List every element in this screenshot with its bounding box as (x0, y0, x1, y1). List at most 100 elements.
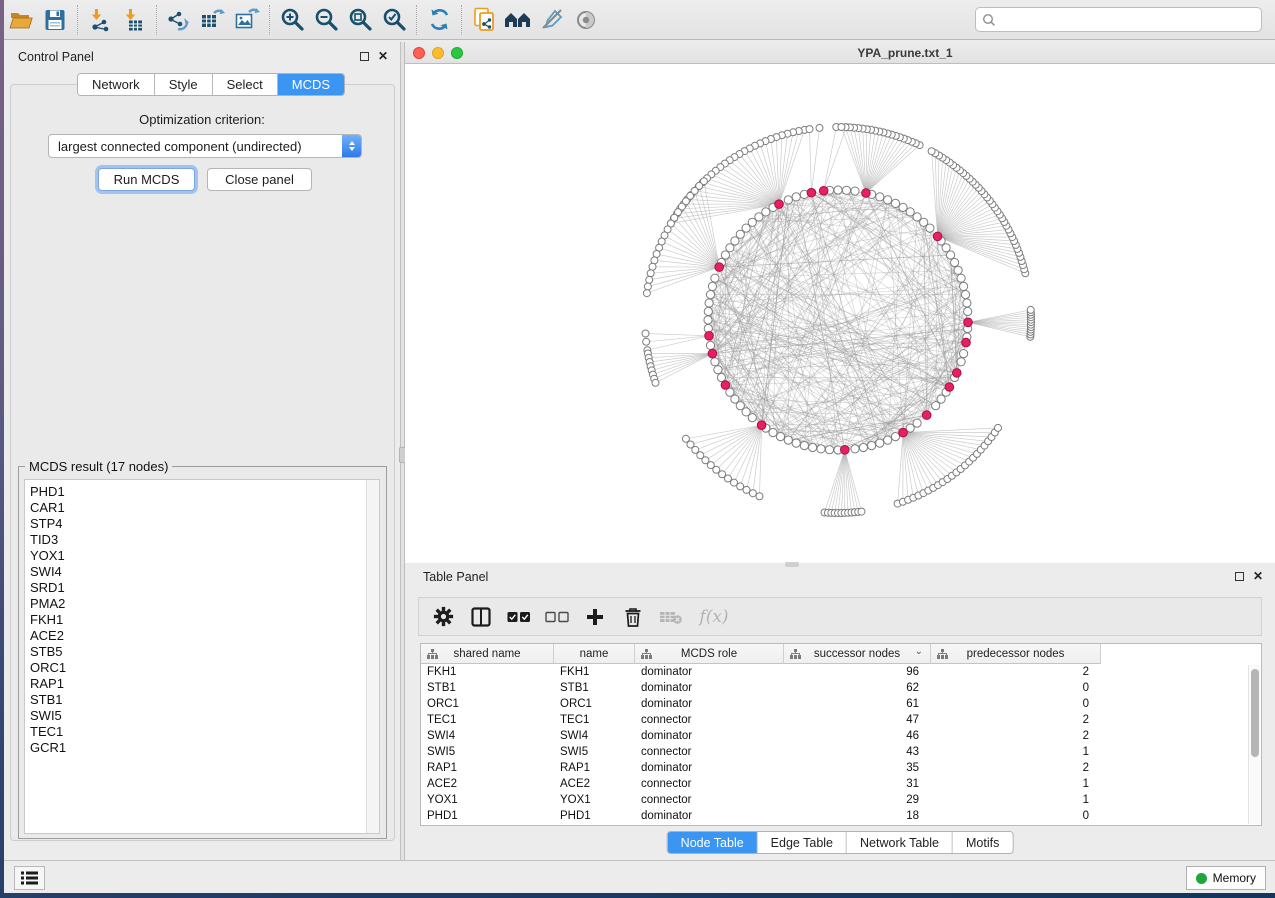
table-row[interactable]: SWI4SWI4dominator462 (421, 728, 1247, 744)
deselect-all-checkboxes-icon[interactable] (545, 605, 569, 629)
settings-icon[interactable] (431, 605, 455, 629)
split-view-icon[interactable] (469, 605, 493, 629)
table-cell[interactable]: connector (635, 746, 784, 758)
table-cell[interactable]: dominator (635, 666, 784, 678)
close-panel-button[interactable]: Close panel (207, 168, 312, 191)
mcds-result-item[interactable]: TEC1 (30, 724, 361, 740)
horizontal-splitter-grip[interactable] (785, 562, 799, 567)
export-network-icon[interactable] (162, 4, 196, 36)
table-cell[interactable]: 29 (784, 794, 931, 806)
export-table-icon[interactable] (196, 4, 230, 36)
tab-edge-table[interactable]: Edge Table (758, 832, 847, 853)
float-table-panel-icon[interactable] (1235, 572, 1244, 581)
table-cell[interactable]: RAP1 (554, 762, 635, 774)
delete-table-icon[interactable] (659, 605, 683, 629)
hide-annotations-icon[interactable] (535, 4, 569, 36)
table-cell[interactable]: 2 (931, 730, 1101, 742)
tab-mcds[interactable]: MCDS (278, 74, 344, 95)
table-row[interactable]: FKH1FKH1dominator962 (421, 664, 1247, 680)
zoom-fit-icon[interactable] (343, 4, 377, 36)
table-cell[interactable]: STB1 (554, 682, 635, 694)
table-cell[interactable]: 46 (784, 730, 931, 742)
mcds-result-item[interactable]: PMA2 (30, 596, 361, 612)
tab-network[interactable]: Network (78, 74, 155, 95)
network-graph[interactable] (405, 64, 1275, 563)
delete-column-icon[interactable] (621, 605, 645, 629)
memory-button[interactable]: Memory (1186, 866, 1266, 890)
table-cell[interactable]: PHD1 (421, 810, 554, 822)
table-scrollbar-thumb[interactable] (1251, 669, 1259, 757)
column-header-successor-nodes[interactable]: successor nodes⌄ (784, 644, 931, 664)
table-cell[interactable]: SWI4 (421, 730, 554, 742)
mcds-result-item[interactable]: SRD1 (30, 580, 361, 596)
table-cell[interactable]: TEC1 (554, 714, 635, 726)
table-cell[interactable]: dominator (635, 810, 784, 822)
table-cell[interactable]: 1 (931, 778, 1101, 790)
search-neighbors-icon[interactable] (501, 4, 535, 36)
mcds-result-item[interactable]: SWI4 (30, 564, 361, 580)
duplicate-network-icon[interactable] (467, 4, 501, 36)
table-cell[interactable]: 47 (784, 714, 931, 726)
table-cell[interactable]: STB1 (421, 682, 554, 694)
minimize-window-icon[interactable] (432, 47, 444, 59)
column-header-name[interactable]: name (554, 644, 635, 664)
table-cell[interactable]: 35 (784, 762, 931, 774)
close-table-panel-icon[interactable]: ✕ (1253, 571, 1263, 581)
table-row[interactable]: STB1STB1dominator620 (421, 680, 1247, 696)
add-column-icon[interactable] (583, 605, 607, 629)
import-network-icon[interactable] (83, 4, 117, 36)
mcds-result-item[interactable]: RAP1 (30, 676, 361, 692)
show-hidden-eye-icon[interactable] (569, 4, 603, 36)
table-cell[interactable]: 18 (784, 810, 931, 822)
task-history-button[interactable] (14, 866, 45, 890)
table-cell[interactable]: SWI4 (554, 730, 635, 742)
table-cell[interactable]: FKH1 (421, 666, 554, 678)
table-scrollbar[interactable] (1248, 665, 1260, 824)
tab-motifs[interactable]: Motifs (953, 832, 1012, 853)
table-cell[interactable]: 96 (784, 666, 931, 678)
run-mcds-button[interactable]: Run MCDS (98, 168, 195, 191)
table-row[interactable]: TEC1TEC1connector472 (421, 712, 1247, 728)
import-table-icon[interactable] (117, 4, 151, 36)
table-cell[interactable]: 62 (784, 682, 931, 694)
save-session-icon[interactable] (38, 4, 72, 36)
table-cell[interactable]: dominator (635, 762, 784, 774)
table-cell[interactable]: dominator (635, 682, 784, 694)
mcds-result-item[interactable]: FKH1 (30, 612, 361, 628)
mcds-result-item[interactable]: ACE2 (30, 628, 361, 644)
table-row[interactable]: ACE2ACE2connector311 (421, 776, 1247, 792)
zoom-selected-icon[interactable] (377, 4, 411, 36)
tab-network-table[interactable]: Network Table (847, 832, 953, 853)
function-builder-icon[interactable]: f(x) (697, 605, 731, 629)
column-header-shared-name[interactable]: shared name (421, 644, 554, 664)
table-cell[interactable]: ACE2 (554, 778, 635, 790)
table-cell[interactable]: YOX1 (421, 794, 554, 806)
table-cell[interactable]: TEC1 (421, 714, 554, 726)
mcds-result-item[interactable]: PHD1 (30, 484, 361, 500)
mcds-result-item[interactable]: GCR1 (30, 740, 361, 756)
tab-select[interactable]: Select (213, 74, 278, 95)
table-cell[interactable]: 31 (784, 778, 931, 790)
table-cell[interactable]: SWI5 (421, 746, 554, 758)
table-cell[interactable]: 43 (784, 746, 931, 758)
open-file-icon[interactable] (4, 4, 38, 36)
table-cell[interactable]: ORC1 (421, 698, 554, 710)
refresh-layout-icon[interactable] (422, 4, 456, 36)
table-cell[interactable]: 2 (931, 714, 1101, 726)
zoom-out-icon[interactable] (309, 4, 343, 36)
search-input[interactable] (1000, 12, 1255, 28)
close-panel-icon[interactable]: ✕ (378, 51, 388, 61)
table-cell[interactable]: PHD1 (554, 810, 635, 822)
table-cell[interactable]: 0 (931, 698, 1101, 710)
table-row[interactable]: SWI5SWI5connector431 (421, 744, 1247, 760)
mcds-result-item[interactable]: YOX1 (30, 548, 361, 564)
zoom-in-icon[interactable] (275, 4, 309, 36)
table-cell[interactable]: connector (635, 778, 784, 790)
table-row[interactable]: ORC1ORC1dominator610 (421, 696, 1247, 712)
table-row[interactable]: RAP1RAP1dominator352 (421, 760, 1247, 776)
table-cell[interactable]: 2 (931, 666, 1101, 678)
network-window-titlebar[interactable]: YPA_prune.txt_1 (405, 42, 1275, 64)
mcds-result-item[interactable]: STB1 (30, 692, 361, 708)
table-cell[interactable]: RAP1 (421, 762, 554, 774)
table-cell[interactable]: connector (635, 794, 784, 806)
